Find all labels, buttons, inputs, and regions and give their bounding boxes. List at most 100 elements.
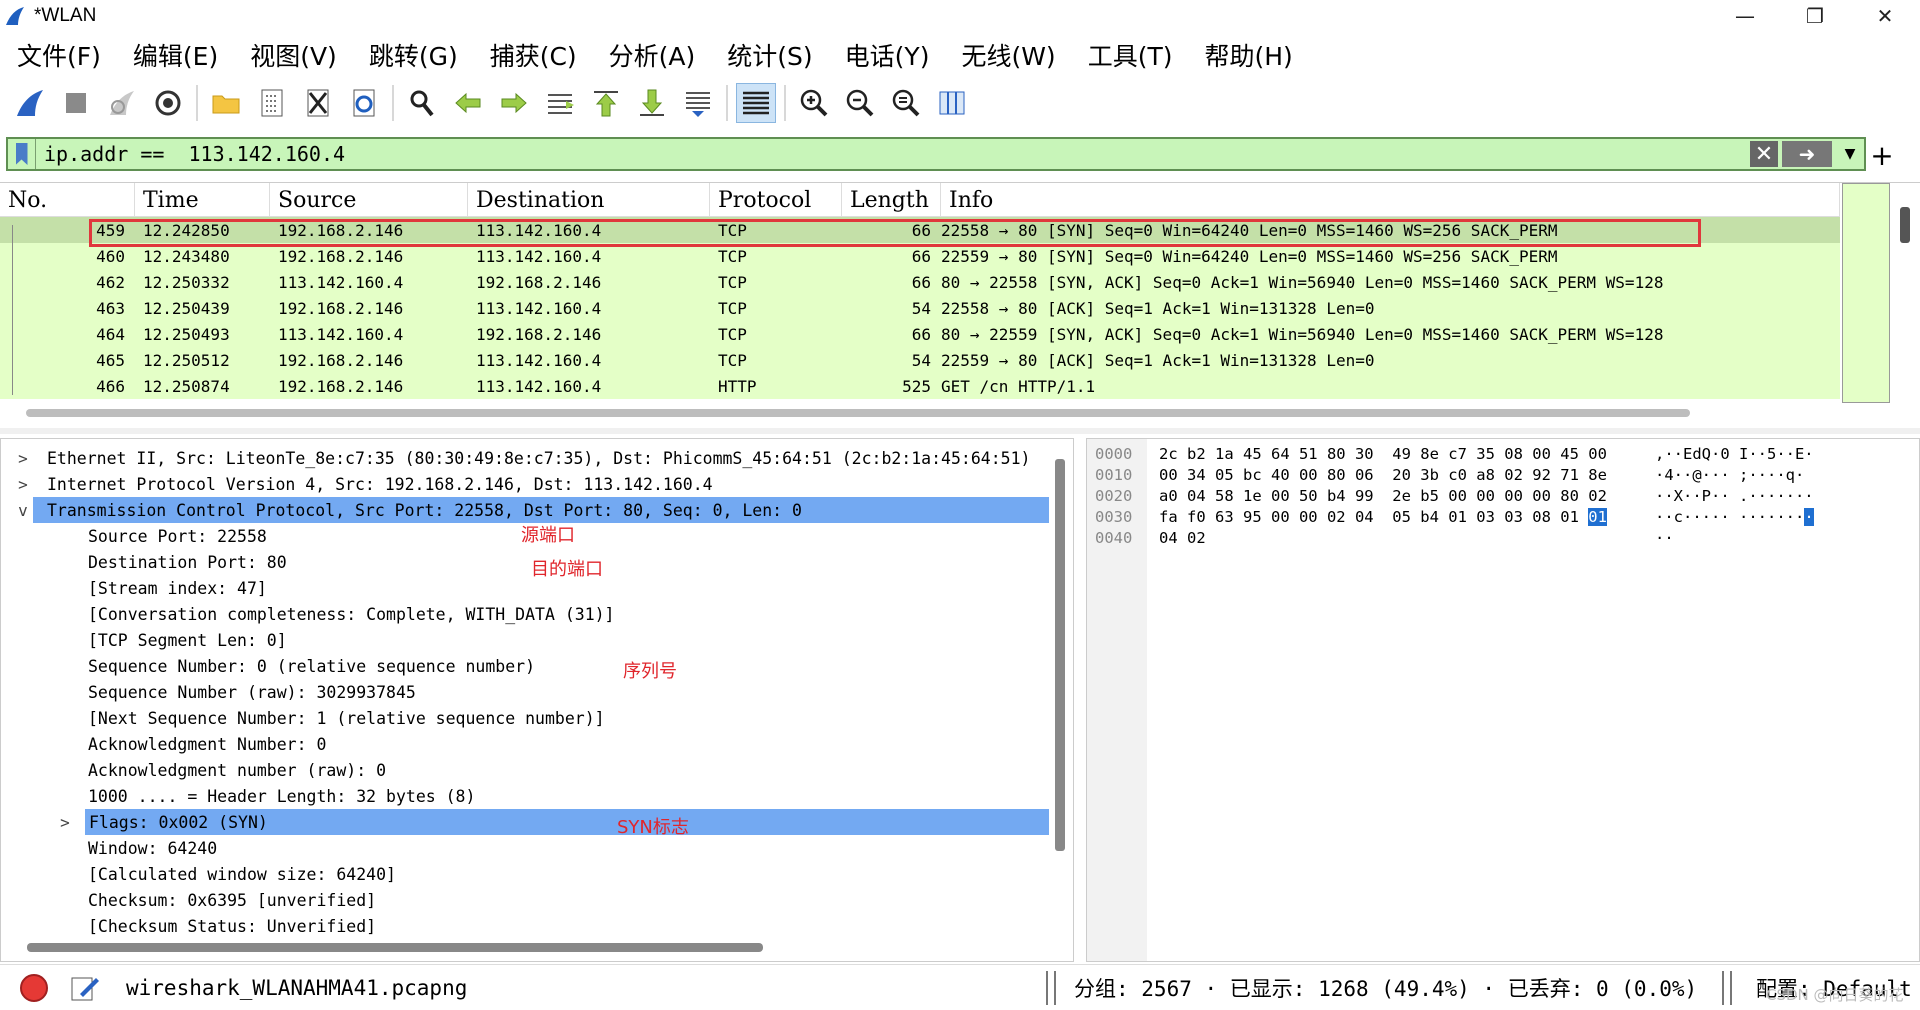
start-capture-button[interactable] <box>10 83 50 123</box>
tree-conversation-completeness[interactable]: [Conversation completeness: Complete, WI… <box>88 601 615 627</box>
menu-statistics[interactable]: 统计(S) <box>710 37 827 73</box>
status-separator <box>1054 971 1056 1005</box>
bytes-row[interactable]: 0040 04 02 ·· <box>1087 527 1674 548</box>
menu-telephony[interactable]: 电话(Y) <box>828 37 945 73</box>
colorize-button[interactable] <box>736 83 776 123</box>
capture-comment-icon[interactable] <box>70 974 100 1002</box>
column-header-protocol[interactable]: Protocol <box>710 183 842 217</box>
menu-edit[interactable]: 编辑(E) <box>116 37 233 73</box>
stop-capture-button[interactable] <box>56 83 96 123</box>
bytes-row[interactable]: 0020 a0 04 58 1e 00 50 b4 99 2e b5 00 00… <box>1087 485 1814 506</box>
add-filter-button[interactable]: + <box>1862 138 1902 172</box>
selected-byte-ascii[interactable]: · <box>1804 507 1814 526</box>
save-file-button[interactable] <box>252 83 292 123</box>
bytes-row[interactable]: 0030 fa f0 63 95 00 00 02 04 05 b4 01 03… <box>1087 506 1814 527</box>
tree-flags[interactable]: > Flags: 0x002 (SYN) <box>53 809 1049 835</box>
go-back-button[interactable] <box>448 83 488 123</box>
menu-go[interactable]: 跳转(G) <box>352 37 473 73</box>
column-header-no[interactable]: No. <box>0 183 135 217</box>
open-file-button[interactable] <box>206 83 246 123</box>
tree-stream-index[interactable]: [Stream index: 47] <box>88 575 267 601</box>
tree-label: Transmission Control Protocol, Src Port:… <box>33 497 1049 523</box>
tree-checksum[interactable]: Checksum: 0x6395 [unverified] <box>88 887 376 913</box>
packet-protocol: TCP <box>718 350 747 370</box>
chevron-right-icon[interactable]: > <box>13 449 33 468</box>
first-packet-button[interactable] <box>586 83 626 123</box>
packet-row[interactable]: 463 12.250439 192.168.2.146 113.142.160.… <box>0 295 1840 321</box>
packet-protocol: TCP <box>718 324 747 344</box>
pane-splitter[interactable] <box>0 428 1920 434</box>
column-header-destination[interactable]: Destination <box>468 183 710 217</box>
tree-source-port[interactable]: Source Port: 22558 <box>88 523 267 549</box>
tree-ipv4[interactable]: > Internet Protocol Version 4, Src: 192.1… <box>13 471 712 497</box>
tree-next-sequence-number[interactable]: [Next Sequence Number: 1 (relative seque… <box>88 705 605 731</box>
menu-file[interactable]: 文件(F) <box>0 37 116 73</box>
filter-bookmark-button[interactable] <box>8 139 36 169</box>
filter-history-dropdown[interactable]: ▼ <box>1836 139 1864 169</box>
column-header-length[interactable]: Length <box>842 183 941 217</box>
close-button[interactable]: ✕ <box>1850 0 1920 32</box>
restore-button[interactable]: ❐ <box>1780 0 1850 32</box>
packet-row[interactable]: 466 12.250874 192.168.2.146 113.142.160.… <box>0 373 1840 399</box>
clear-filter-button[interactable]: ✕ <box>1750 141 1778 167</box>
auto-scroll-button[interactable] <box>678 83 718 123</box>
shark-fin-icon <box>17 90 43 116</box>
packet-row[interactable]: 465 12.250512 192.168.2.146 113.142.160.… <box>0 347 1840 373</box>
menu-analyze[interactable]: 分析(A) <box>592 37 711 73</box>
packet-list-vertical-scrollbar[interactable] <box>1900 207 1910 243</box>
tree-ack-number-raw[interactable]: Acknowledgment number (raw): 0 <box>88 757 386 783</box>
go-to-packet-button[interactable] <box>540 83 580 123</box>
menu-wireless[interactable]: 无线(W) <box>944 37 1070 73</box>
chevron-down-icon[interactable]: v <box>13 501 33 520</box>
packet-row[interactable]: 464 12.250493 113.142.160.4 192.168.2.14… <box>0 321 1840 347</box>
expert-info-red-dot-icon[interactable] <box>20 973 48 1002</box>
tree-ethernet[interactable]: > Ethernet II, Src: LiteonTe_8e:c7:35 (80… <box>13 445 1030 471</box>
zoom-in-button[interactable] <box>794 83 834 123</box>
column-header-time[interactable]: Time <box>135 183 270 217</box>
apply-filter-button[interactable]: ➜ <box>1782 141 1832 167</box>
last-packet-button[interactable] <box>632 83 672 123</box>
find-packet-button[interactable] <box>402 83 442 123</box>
tree-sequence-number-raw[interactable]: Sequence Number (raw): 3029937845 <box>88 679 416 705</box>
resize-columns-button[interactable] <box>932 83 972 123</box>
close-file-button[interactable] <box>298 83 338 123</box>
restart-capture-button[interactable] <box>102 83 142 123</box>
zoom-out-button[interactable] <box>840 83 880 123</box>
normal-size-button[interactable] <box>886 83 926 123</box>
tree-calculated-window[interactable]: [Calculated window size: 64240] <box>88 861 396 887</box>
bytes-row[interactable]: 0000 2c b2 1a 45 64 51 80 30 49 8e c7 35… <box>1087 443 1814 464</box>
capture-options-button[interactable] <box>148 83 188 123</box>
tree-ack-number[interactable]: Acknowledgment Number: 0 <box>88 731 326 757</box>
chevron-right-icon[interactable]: > <box>13 475 33 494</box>
packet-source: 113.142.160.4 <box>278 272 404 292</box>
tree-destination-port[interactable]: Destination Port: 80 <box>88 549 287 575</box>
menu-capture[interactable]: 捕获(C) <box>473 37 592 73</box>
menu-view[interactable]: 视图(V) <box>233 37 352 73</box>
tree-tcp[interactable]: v Transmission Control Protocol, Src Port… <box>13 497 1049 523</box>
column-header-source[interactable]: Source <box>270 183 468 217</box>
tree-window[interactable]: Window: 64240 <box>88 835 217 861</box>
go-forward-button[interactable] <box>494 83 534 123</box>
tree-label: [Calculated window size: 64240] <box>88 864 396 884</box>
tree-sequence-number[interactable]: Sequence Number: 0 (relative sequence nu… <box>88 653 535 679</box>
minimize-button[interactable]: — <box>1710 0 1780 32</box>
column-header-info[interactable]: Info <box>941 183 1840 217</box>
bytes-row[interactable]: 0010 00 34 05 bc 40 00 80 06 20 3b c0 a8… <box>1087 464 1804 485</box>
reload-icon <box>353 89 375 117</box>
packet-list-minimap[interactable] <box>1842 183 1890 403</box>
packet-list-horizontal-scrollbar[interactable] <box>26 409 1690 417</box>
arrow-up-icon <box>594 91 618 117</box>
display-filter-input[interactable] <box>36 139 1750 169</box>
selected-byte-hex[interactable]: 01 <box>1588 507 1607 526</box>
details-horizontal-scrollbar[interactable] <box>27 943 763 952</box>
tree-checksum-status[interactable]: [Checksum Status: Unverified] <box>88 913 376 939</box>
details-vertical-scrollbar[interactable] <box>1055 459 1065 851</box>
menu-help[interactable]: 帮助(H) <box>1187 37 1307 73</box>
tree-segment-len[interactable]: [TCP Segment Len: 0] <box>88 627 287 653</box>
reload-file-button[interactable] <box>344 83 384 123</box>
menu-tools[interactable]: 工具(T) <box>1071 37 1188 73</box>
chevron-right-icon[interactable]: > <box>53 813 77 832</box>
packet-row[interactable]: 462 12.250332 113.142.160.4 192.168.2.14… <box>0 269 1840 295</box>
packet-list: No. Time Source Destination Protocol Len… <box>0 182 1920 420</box>
tree-header-length[interactable]: 1000 .... = Header Length: 32 bytes (8) <box>88 783 475 809</box>
